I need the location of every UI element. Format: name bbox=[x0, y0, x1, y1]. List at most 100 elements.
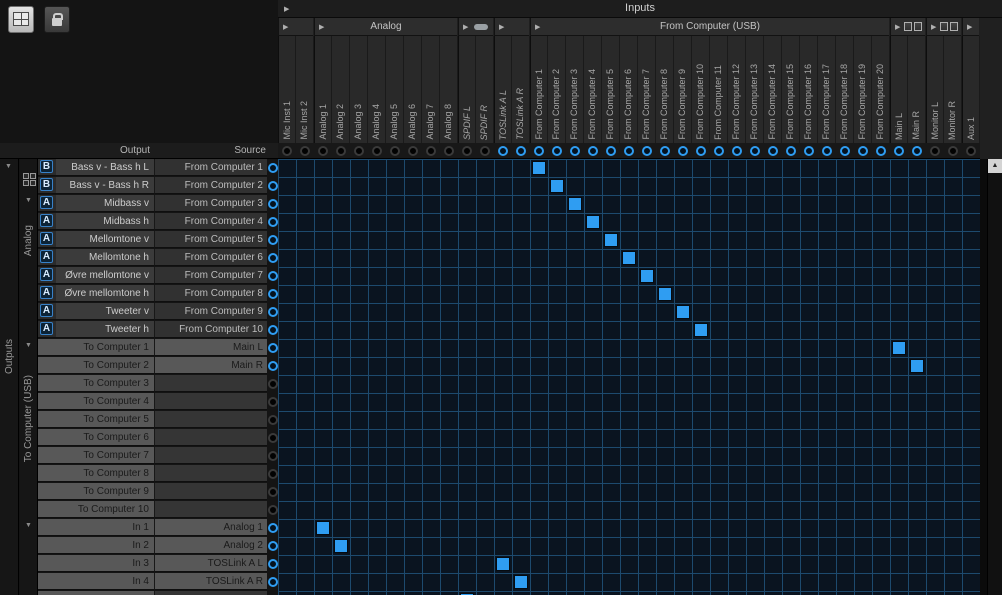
column-header[interactable]: Mic Inst 2 bbox=[296, 36, 314, 143]
output-name-cell[interactable] bbox=[38, 591, 154, 595]
output-name-cell[interactable]: To Computer 5 bbox=[38, 411, 154, 428]
column-header[interactable]: From Computer 14 bbox=[764, 36, 782, 143]
matrix-connection[interactable] bbox=[317, 522, 329, 534]
column-header[interactable]: Analog 7 bbox=[422, 36, 440, 143]
output-name-cell[interactable]: To Computer 3 bbox=[38, 375, 154, 392]
column-header[interactable]: Analog 6 bbox=[404, 36, 422, 143]
matrix-connection[interactable] bbox=[335, 540, 347, 552]
column-header[interactable]: Main L bbox=[890, 36, 908, 143]
output-name-cell[interactable]: Bass v - Bass h R bbox=[56, 177, 154, 194]
output-name-cell[interactable]: In 3 bbox=[38, 555, 154, 572]
output-name-cell[interactable]: Bass v - Bass h L bbox=[56, 159, 154, 176]
column-header[interactable]: Analog 8 bbox=[440, 36, 458, 143]
source-cell[interactable]: From Computer 5 bbox=[154, 231, 267, 248]
column-header[interactable]: Analog 2 bbox=[332, 36, 350, 143]
input-group-analog[interactable]: ▶Analog bbox=[314, 18, 457, 36]
matrix-connection[interactable] bbox=[677, 306, 689, 318]
scroll-up-button[interactable]: ▲ bbox=[988, 159, 1002, 173]
source-cell[interactable] bbox=[154, 501, 267, 518]
output-name-cell[interactable]: Mellomtone v bbox=[56, 231, 154, 248]
source-cell[interactable]: Main L bbox=[154, 339, 267, 356]
source-cell[interactable] bbox=[154, 429, 267, 446]
matrix-connection[interactable] bbox=[533, 162, 545, 174]
column-header[interactable]: From Computer 10 bbox=[692, 36, 710, 143]
column-header[interactable]: From Computer 7 bbox=[638, 36, 656, 143]
matrix-view-button[interactable] bbox=[8, 6, 34, 33]
output-name-cell[interactable]: Tweeter v bbox=[56, 303, 154, 320]
column-header[interactable]: Analog 1 bbox=[314, 36, 332, 143]
source-cell[interactable]: From Computer 8 bbox=[154, 285, 267, 302]
column-header[interactable]: From Computer 9 bbox=[674, 36, 692, 143]
matrix-connection[interactable] bbox=[893, 342, 905, 354]
matrix-connection[interactable] bbox=[911, 360, 923, 372]
output-name-cell[interactable]: Tweeter h bbox=[56, 321, 154, 338]
column-header[interactable]: Analog 4 bbox=[368, 36, 386, 143]
output-name-cell[interactable]: Midbass h bbox=[56, 213, 154, 230]
column-header[interactable]: TOSLink A R bbox=[512, 36, 530, 143]
outputs-collapse-icon[interactable]: ▼ bbox=[5, 163, 12, 170]
column-header[interactable]: From Computer 1 bbox=[530, 36, 548, 143]
source-cell[interactable] bbox=[154, 483, 267, 500]
source-cell[interactable]: Analog 2 bbox=[154, 537, 267, 554]
column-header[interactable]: From Computer 18 bbox=[836, 36, 854, 143]
column-header[interactable]: From Computer 13 bbox=[746, 36, 764, 143]
source-cell[interactable] bbox=[154, 393, 267, 410]
output-name-cell[interactable]: To Computer 7 bbox=[38, 447, 154, 464]
output-name-cell[interactable]: In 2 bbox=[38, 537, 154, 554]
source-cell[interactable]: TOSLink A L bbox=[154, 555, 267, 572]
analog-collapse-icon[interactable]: ▼ bbox=[25, 197, 32, 204]
column-header[interactable]: From Computer 2 bbox=[548, 36, 566, 143]
output-name-cell[interactable]: To Computer 4 bbox=[38, 393, 154, 410]
source-cell[interactable] bbox=[154, 447, 267, 464]
source-cell[interactable]: From Computer 9 bbox=[154, 303, 267, 320]
matrix-connection[interactable] bbox=[515, 576, 527, 588]
matrix-connection[interactable] bbox=[551, 180, 563, 192]
source-cell[interactable] bbox=[154, 375, 267, 392]
output-name-cell[interactable]: To Computer 2 bbox=[38, 357, 154, 374]
column-header[interactable]: From Computer 8 bbox=[656, 36, 674, 143]
source-cell[interactable]: Main R bbox=[154, 357, 267, 374]
source-cell[interactable] bbox=[154, 411, 267, 428]
output-name-cell[interactable]: Midbass v bbox=[56, 195, 154, 212]
output-name-cell[interactable]: Øvre mellomtone v bbox=[56, 267, 154, 284]
column-header[interactable]: From Computer 12 bbox=[728, 36, 746, 143]
column-header[interactable]: Analog 3 bbox=[350, 36, 368, 143]
column-header[interactable]: From Computer 3 bbox=[566, 36, 584, 143]
to-computer-collapse-icon[interactable]: ▼ bbox=[25, 342, 32, 349]
source-cell[interactable]: From Computer 3 bbox=[154, 195, 267, 212]
matrix-connection[interactable] bbox=[695, 324, 707, 336]
column-header[interactable]: Analog 5 bbox=[386, 36, 404, 143]
column-header[interactable]: TOSLink A L bbox=[494, 36, 512, 143]
matrix-connection[interactable] bbox=[497, 558, 509, 570]
column-header[interactable]: From Computer 19 bbox=[854, 36, 872, 143]
output-name-cell[interactable]: In 4 bbox=[38, 573, 154, 590]
inputs-bar[interactable]: ▶ Inputs bbox=[278, 0, 1002, 18]
matrix-connection[interactable] bbox=[623, 252, 635, 264]
column-header[interactable]: From Computer 4 bbox=[584, 36, 602, 143]
matrix-connection[interactable] bbox=[587, 216, 599, 228]
output-name-cell[interactable]: In 1 bbox=[38, 519, 154, 536]
output-name-cell[interactable]: Øvre mellomtone h bbox=[56, 285, 154, 302]
column-header[interactable]: SPDIF R bbox=[476, 36, 494, 143]
column-header[interactable]: Aux 1 bbox=[962, 36, 980, 143]
output-name-cell[interactable]: To Computer 6 bbox=[38, 429, 154, 446]
input-group-spdif[interactable]: ▶ bbox=[458, 18, 493, 36]
pair-grid-icon[interactable] bbox=[23, 173, 36, 186]
matrix-connection[interactable] bbox=[641, 270, 653, 282]
input-group-monitor[interactable]: ▶ bbox=[926, 18, 961, 36]
column-header[interactable]: From Computer 6 bbox=[620, 36, 638, 143]
column-header[interactable]: From Computer 15 bbox=[782, 36, 800, 143]
source-cell[interactable]: From Computer 7 bbox=[154, 267, 267, 284]
column-header[interactable]: Monitor L bbox=[926, 36, 944, 143]
lock-button[interactable] bbox=[44, 6, 70, 33]
matrix-connection[interactable] bbox=[605, 234, 617, 246]
column-header[interactable]: From Computer 17 bbox=[818, 36, 836, 143]
matrix-connection[interactable] bbox=[569, 198, 581, 210]
column-header[interactable]: From Computer 11 bbox=[710, 36, 728, 143]
column-header[interactable]: SPDIF L bbox=[458, 36, 476, 143]
source-cell[interactable]: TOSLink A R bbox=[154, 573, 267, 590]
source-cell[interactable]: From Computer 2 bbox=[154, 177, 267, 194]
inputs-expand-icon[interactable]: ▶ bbox=[284, 5, 289, 13]
source-cell[interactable]: Analog 1 bbox=[154, 519, 267, 536]
output-name-cell[interactable]: To Computer 1 bbox=[38, 339, 154, 356]
